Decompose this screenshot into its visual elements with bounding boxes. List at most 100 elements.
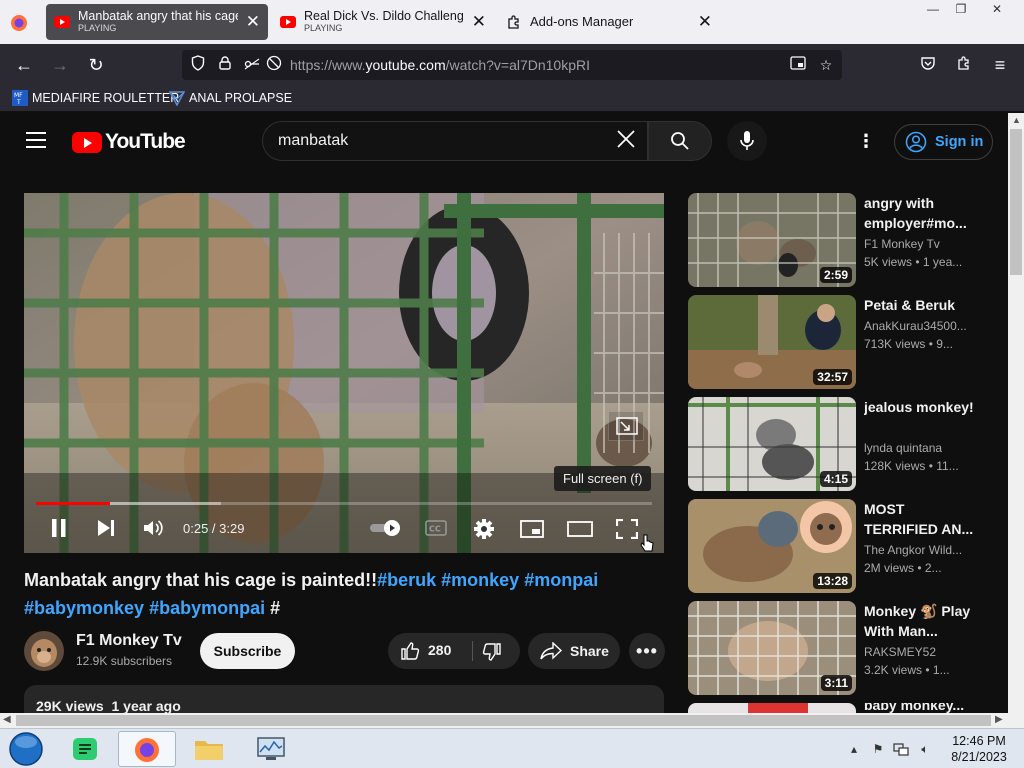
share-button[interactable]: Share	[528, 633, 620, 669]
video-title[interactable]: MOST TERRIFIED AN...	[864, 499, 976, 539]
video-title[interactable]: baby monkey...	[864, 703, 976, 713]
restore-window-button[interactable]: ❐	[946, 0, 976, 18]
hashtag-link[interactable]: #babymonkey	[24, 598, 144, 618]
captions-button[interactable]: CC	[425, 520, 447, 541]
recommendation-item[interactable]: 2:59 angry with employer#mo... F1 Monkey…	[688, 193, 988, 287]
hashtag-link[interactable]: #beruk	[377, 570, 436, 590]
scroll-up-arrow-icon[interactable]: ▲	[1012, 115, 1021, 125]
system-clock[interactable]: 12:46 PM 8/21/2023	[944, 733, 1014, 765]
video-title[interactable]: jealous monkey!	[864, 397, 976, 417]
video-thumbnail[interactable]: 4:15	[688, 397, 856, 491]
tab-manbatak[interactable]: Manbatak angry that his cage is painted!…	[46, 4, 268, 40]
network-icon[interactable]	[893, 741, 909, 757]
fullscreen-tooltip: Full screen (f)	[554, 466, 652, 491]
show-hidden-icons-arrow-icon[interactable]: ▴	[846, 741, 862, 757]
video-thumbnail[interactable]: 13:28	[688, 499, 856, 593]
more-options-icon[interactable]: ⋮	[856, 131, 876, 151]
recommendation-item[interactable]: 32:57 Petai & Beruk AnakKurau34500... 71…	[688, 295, 988, 389]
channel-name[interactable]: AnakKurau34500...	[864, 319, 976, 333]
url-bar[interactable]: https://www.youtube.com/watch?v=al7Dn10k…	[182, 50, 842, 80]
taskbar-task-manager[interactable]	[242, 731, 300, 767]
like-button[interactable]	[400, 641, 420, 664]
extensions-icon[interactable]	[951, 52, 977, 78]
video-player[interactable]: Full screen (f) 0:25 / 3:29 CC	[24, 193, 664, 553]
video-thumbnail[interactable]: 32:57	[688, 295, 856, 389]
shield-icon[interactable]	[188, 55, 208, 75]
scroll-left-arrow-icon[interactable]: ◀	[3, 714, 11, 725]
reload-icon[interactable]: ↻	[83, 52, 109, 78]
taskbar-firefox[interactable]	[118, 731, 176, 767]
firefox-menu-icon[interactable]	[8, 12, 30, 34]
fullscreen-button[interactable]	[615, 518, 639, 544]
channel-name[interactable]: RAKSMEY52	[864, 645, 976, 659]
guide-menu-icon[interactable]	[26, 132, 46, 148]
subscribe-button[interactable]: Subscribe	[200, 633, 295, 669]
channel-name[interactable]: F1 Monkey Tv	[76, 632, 182, 650]
bookmark-second[interactable]: ANAL PROLAPSE	[168, 90, 292, 107]
channel-avatar[interactable]	[24, 631, 64, 671]
hashtag-link[interactable]: #babymonpai	[149, 598, 265, 618]
taskbar-notes-app[interactable]	[56, 731, 114, 767]
miniplayer-button[interactable]	[520, 520, 544, 543]
settings-button[interactable]	[473, 518, 495, 545]
vertical-scrollbar[interactable]: ▲	[1008, 113, 1024, 713]
volume-tray-icon[interactable]: 🔈︎	[917, 741, 933, 757]
youtube-logo[interactable]: YouTube	[72, 130, 186, 154]
channel-name[interactable]: The Angkor Wild...	[864, 543, 976, 557]
hashtag-link[interactable]: #monpai	[524, 570, 598, 590]
recommendation-item[interactable]: baby monkey...	[688, 703, 988, 713]
url-text[interactable]: https://www.youtube.com/watch?v=al7Dn10k…	[290, 57, 590, 73]
video-thumbnail[interactable]: 3:11	[688, 601, 856, 695]
more-actions-button[interactable]: •••	[629, 633, 665, 669]
description-box[interactable]: 29K views 1 year ago	[24, 685, 664, 713]
recommendation-item[interactable]: 13:28 MOST TERRIFIED AN... The Angkor Wi…	[688, 499, 988, 593]
start-button[interactable]	[6, 731, 46, 767]
pause-button[interactable]	[50, 518, 68, 543]
clear-search-icon[interactable]	[613, 128, 639, 154]
autoplay-blocked-icon[interactable]	[264, 55, 284, 75]
tab-close-icon[interactable]: ✕	[472, 13, 486, 31]
picture-in-picture-icon[interactable]	[788, 55, 808, 75]
hashtag-link[interactable]: #monkey	[441, 570, 519, 590]
horizontal-scroll-thumb[interactable]	[16, 715, 991, 726]
channel-name[interactable]: lynda quintana	[864, 441, 976, 455]
bookmark-star-icon[interactable]: ☆	[816, 55, 836, 75]
tab-close-icon[interactable]: ✕	[698, 13, 712, 31]
back-arrow-icon[interactable]: ←	[11, 52, 37, 78]
tab-challenge[interactable]: Real Dick Vs. Dildo Challenge - Y PLAYIN…	[272, 4, 494, 40]
volume-button[interactable]	[143, 518, 165, 543]
scroll-right-arrow-icon[interactable]: ▶	[995, 714, 1003, 725]
lock-icon[interactable]	[215, 55, 235, 75]
video-thumbnail[interactable]	[688, 703, 856, 713]
dislike-button[interactable]	[482, 642, 502, 665]
video-title[interactable]: Monkey 🐒 Play With Man...	[864, 601, 976, 641]
next-button[interactable]	[96, 519, 116, 542]
permissions-icon[interactable]	[242, 55, 262, 75]
recommendation-item[interactable]: 3:11 Monkey 🐒 Play With Man... RAKSMEY52…	[688, 601, 988, 695]
taskbar-file-explorer[interactable]	[180, 731, 238, 767]
voice-search-button[interactable]	[727, 121, 767, 161]
app-menu-icon[interactable]: ≡	[987, 52, 1013, 78]
bookmark-mediafire[interactable]: MF T MEDIAFIRE ROULETTER	[12, 90, 179, 106]
tab-addons[interactable]: Add-ons Manager ✕	[498, 4, 720, 40]
minimize-window-button[interactable]: —	[918, 0, 948, 18]
progress-bar[interactable]	[36, 502, 652, 505]
action-center-flag-icon[interactable]: ⚑	[870, 741, 886, 757]
recommendation-item[interactable]: 4:15 jealous monkey! lynda quintana 128K…	[688, 397, 988, 491]
search-input[interactable]: manbatak	[262, 121, 648, 161]
horizontal-scrollbar[interactable]: ◀ ▶	[0, 713, 1024, 728]
video-title[interactable]: Petai & Beruk	[864, 295, 976, 315]
video-title[interactable]: angry with employer#mo...	[864, 193, 976, 233]
channel-name[interactable]: F1 Monkey Tv	[864, 237, 976, 251]
sign-in-button[interactable]: Sign in	[894, 124, 993, 160]
video-thumbnail[interactable]: 2:59	[688, 193, 856, 287]
pocket-icon[interactable]	[915, 52, 941, 78]
autoplay-toggle[interactable]	[368, 519, 404, 542]
search-button[interactable]	[648, 121, 712, 161]
forward-arrow-icon[interactable]: →	[47, 52, 73, 78]
tab-close-icon[interactable]: ✕	[246, 13, 260, 31]
close-window-button[interactable]: ✕	[982, 0, 1012, 18]
vertical-scroll-thumb[interactable]	[1010, 129, 1022, 275]
miniplayer-overlay-icon[interactable]	[608, 411, 644, 441]
theater-mode-button[interactable]	[567, 521, 593, 542]
